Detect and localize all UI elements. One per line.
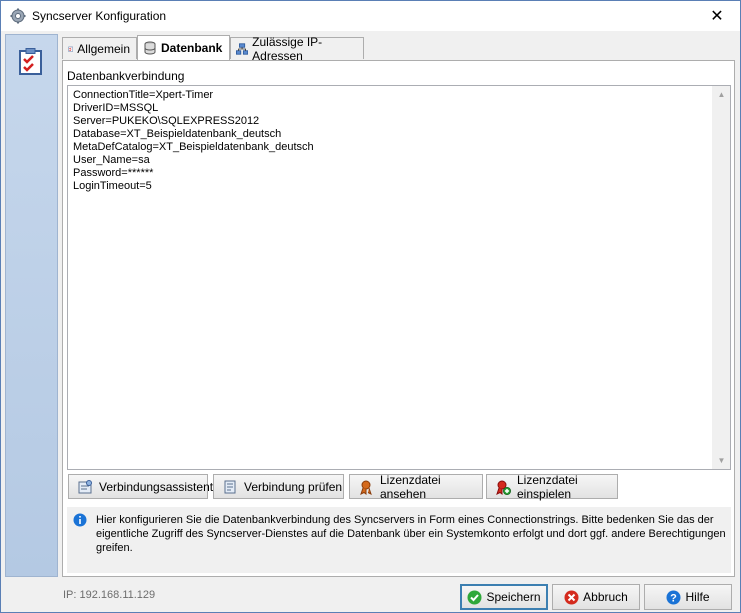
- vertical-scrollbar[interactable]: ▲ ▼: [712, 86, 730, 469]
- ip-address-label: IP: 192.168.11.129: [63, 589, 156, 601]
- close-icon: ✕: [710, 8, 724, 25]
- connection-line: LoginTimeout=5: [73, 180, 152, 192]
- save-label: Speichern: [486, 590, 541, 604]
- sidebar: [5, 34, 58, 577]
- check-connection-button[interactable]: Verbindung prüfen: [213, 474, 344, 499]
- cancel-icon: [564, 590, 579, 604]
- button-label: Lizenzdatei ansehen: [380, 472, 441, 501]
- database-panel: Datenbankverbindung ConnectionTitle=Xper…: [62, 60, 735, 577]
- checklist-icon: [68, 46, 73, 52]
- tab-datenbank[interactable]: Datenbank: [137, 35, 230, 60]
- close-button[interactable]: ✕: [694, 1, 740, 31]
- svg-text:?: ?: [671, 592, 678, 604]
- connection-line: MetaDefCatalog=XT_Beispieldatenbank_deut…: [73, 141, 314, 153]
- section-label: Datenbankverbindung: [67, 69, 185, 83]
- network-icon: [236, 42, 249, 55]
- help-button[interactable]: ? Hilfe: [644, 584, 732, 610]
- help-label: Hilfe: [685, 590, 710, 604]
- check-connection-icon: [224, 480, 236, 493]
- connection-line: User_Name=sa: [73, 154, 150, 166]
- cancel-button[interactable]: Abbruch: [552, 584, 640, 610]
- wizard-icon: [78, 479, 92, 493]
- database-icon: [144, 41, 156, 55]
- connection-line: Password=******: [73, 167, 154, 179]
- info-box: Hier konfigurieren Sie die Datenbankverb…: [67, 507, 731, 573]
- connection-line: ConnectionTitle=Xpert-Timer: [73, 89, 214, 101]
- scroll-up-icon[interactable]: ▲: [713, 86, 730, 103]
- window-title: Syncserver Konfiguration: [32, 9, 167, 23]
- info-text: Hier konfigurieren Sie die Datenbankverb…: [96, 514, 726, 554]
- view-license-button[interactable]: Lizenzdatei ansehen: [349, 472, 483, 501]
- title-bar: Syncserver Konfiguration ✕: [1, 1, 740, 31]
- license-import-icon: [496, 480, 511, 495]
- connection-line: DriverID=MSSQL: [73, 102, 159, 114]
- tab-label: Datenbank: [161, 41, 223, 55]
- save-button[interactable]: Speichern: [460, 584, 548, 610]
- help-icon: ?: [666, 590, 681, 604]
- button-label: Verbindung prüfen: [244, 479, 343, 494]
- connection-wizard-button[interactable]: Verbindungsassistent: [68, 474, 213, 499]
- connection-string-text: ConnectionTitle=Xpert-Timer DriverID=MSSQ…: [73, 89, 314, 193]
- connection-string-textarea[interactable]: ConnectionTitle=Xpert-Timer DriverID=MSSQ…: [67, 85, 731, 470]
- info-icon: [73, 513, 87, 527]
- tab-label: Allgemein: [77, 41, 130, 56]
- license-view-icon: [360, 480, 372, 495]
- gear-icon: [10, 8, 26, 24]
- connection-line: Database=XT_Beispieldatenbank_deutsch: [73, 128, 282, 140]
- window: Syncserver Konfiguration ✕ Allgemein Dat…: [0, 0, 741, 613]
- button-label: Lizenzdatei einspielen: [517, 472, 578, 501]
- tab-ip-adressen[interactable]: Zulässige IP-Adressen: [230, 35, 364, 63]
- connection-line: Server=PUKEKO\SQLEXPRESS2012: [73, 115, 260, 127]
- cancel-label: Abbruch: [583, 590, 628, 604]
- check-circle-icon: [467, 590, 482, 604]
- tab-allgemein[interactable]: Allgemein: [62, 37, 137, 59]
- tab-label: Zulässige IP-Adressen: [252, 34, 323, 63]
- import-license-button[interactable]: Lizenzdatei einspielen: [486, 472, 618, 501]
- checklist-icon: [19, 48, 42, 75]
- button-label: Verbindungsassistent: [99, 479, 214, 494]
- scroll-down-icon[interactable]: ▼: [713, 452, 730, 469]
